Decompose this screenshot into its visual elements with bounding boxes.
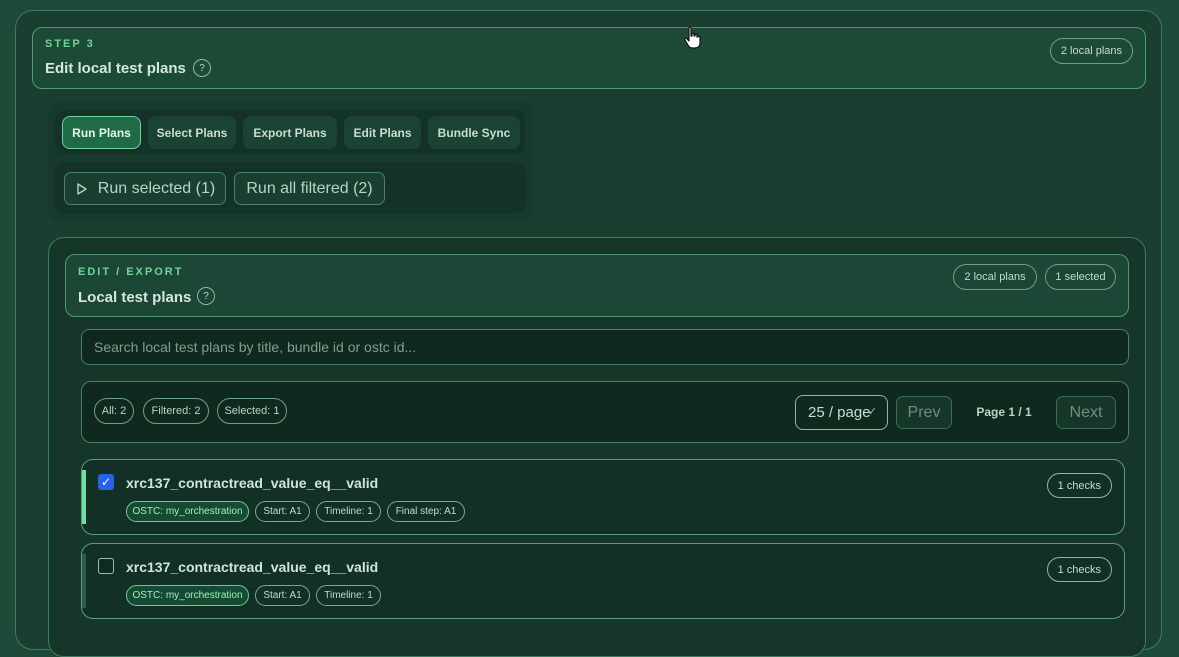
chip-selected[interactable]: Selected: 1 xyxy=(217,398,287,424)
step-header: STEP 3 Edit local test plans ? 2 local p… xyxy=(32,27,1146,89)
plan-card[interactable]: ✓ xrc137_contractread_value_eq__valid OS… xyxy=(81,459,1125,535)
page-size-value: 25 / page xyxy=(808,404,871,421)
hand-cursor-icon xyxy=(684,26,701,49)
tag-ostc: OSTC: my_orchestration xyxy=(126,585,249,606)
tab-bundle-sync[interactable]: Bundle Sync xyxy=(428,116,520,149)
plan-title: xrc137_contractread_value_eq__valid xyxy=(126,475,379,491)
edit-eyebrow: EDIT / EXPORT xyxy=(78,266,184,278)
next-button[interactable]: Next xyxy=(1056,396,1116,429)
tag-timeline: Timeline: 1 xyxy=(316,585,381,606)
plan-checkbox[interactable]: ✓ xyxy=(98,474,114,490)
tag-timeline: Timeline: 1 xyxy=(316,501,381,522)
step-title: Edit local test plans xyxy=(45,60,186,77)
run-all-filtered-button[interactable]: Run all filtered (2) xyxy=(234,172,385,205)
help-icon[interactable]: ? xyxy=(197,287,215,305)
plan-checkbox[interactable] xyxy=(98,558,114,574)
selected-badge: 1 selected xyxy=(1045,264,1116,290)
tag-ostc: OSTC: my_orchestration xyxy=(126,501,249,522)
edit-export-header: EDIT / EXPORT Local test plans ? 2 local… xyxy=(65,254,1129,317)
tab-edit-plans[interactable]: Edit Plans xyxy=(344,116,421,149)
chevron-down-icon: ✓ xyxy=(867,406,877,418)
plan-title: xrc137_contractread_value_eq__valid xyxy=(126,559,379,575)
tag-start: Start: A1 xyxy=(255,585,310,606)
tab-run-plans[interactable]: Run Plans xyxy=(62,116,141,149)
help-icon[interactable]: ? xyxy=(193,59,211,77)
run-selected-label: Run selected (1) xyxy=(97,179,216,197)
run-selected-button[interactable]: Run selected (1) xyxy=(64,172,226,205)
tag-final-step: Final step: A1 xyxy=(387,501,465,522)
play-icon xyxy=(77,182,87,195)
tab-select-plans[interactable]: Select Plans xyxy=(148,116,236,149)
selected-indicator xyxy=(82,554,86,608)
tag-start: Start: A1 xyxy=(255,501,310,522)
chip-filtered[interactable]: Filtered: 2 xyxy=(143,398,209,424)
prev-button[interactable]: Prev xyxy=(896,396,952,429)
tab-export-plans[interactable]: Export Plans xyxy=(243,116,337,149)
edit-title: Local test plans xyxy=(78,289,192,306)
plan-card[interactable]: xrc137_contractread_value_eq__valid OSTC… xyxy=(81,543,1125,619)
step-eyebrow: STEP 3 xyxy=(45,38,95,50)
selected-indicator xyxy=(82,470,86,524)
page-size-select[interactable]: 25 / page ✓ xyxy=(795,395,888,430)
chip-all[interactable]: All: 2 xyxy=(94,398,134,424)
page-info: Page 1 / 1 xyxy=(976,405,1032,419)
checks-badge: 1 checks xyxy=(1046,473,1112,498)
search-input[interactable] xyxy=(81,329,1129,365)
checks-badge: 1 checks xyxy=(1046,557,1112,582)
local-plans-badge: 2 local plans xyxy=(1049,38,1133,64)
local-plans-badge: 2 local plans xyxy=(953,264,1037,290)
